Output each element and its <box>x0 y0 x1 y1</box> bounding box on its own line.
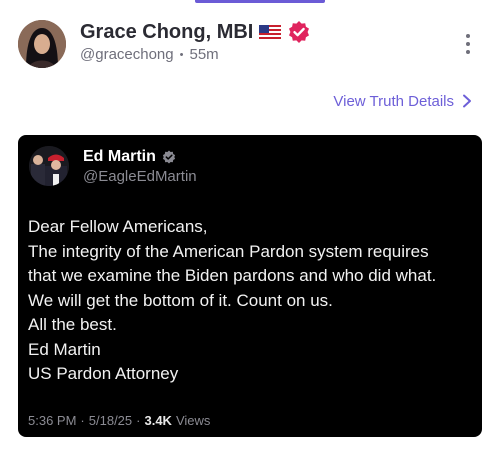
active-tab-indicator <box>195 0 325 3</box>
view-truth-details-link[interactable]: View Truth Details <box>333 90 472 112</box>
post-text-line: that we examine the Biden pardons and wh… <box>28 266 437 285</box>
post-text-line: Dear Fellow Americans, <box>28 217 208 236</box>
meta-separator: · <box>136 413 141 428</box>
post-text-line: The integrity of the American Pardon sys… <box>28 241 429 261</box>
avatar[interactable] <box>18 20 66 68</box>
meta-separator: • <box>179 48 184 61</box>
post-text-line: All the best. <box>28 315 117 334</box>
verified-badge-icon <box>287 20 311 44</box>
post-text-line: Ed Martin <box>28 339 101 359</box>
post-text-line: US Pardon Attorney <box>28 364 179 383</box>
views-count: 3.4K <box>144 413 172 428</box>
embedded-avatar[interactable] <box>29 146 69 186</box>
embedded-author-name[interactable]: Ed Martin <box>83 148 156 166</box>
author-name[interactable]: Grace Chong, MBI <box>80 21 253 44</box>
avatar-image <box>18 20 66 68</box>
us-flag-icon <box>259 24 282 40</box>
post-text-line: We will get the bottom of it. Count on u… <box>28 290 333 310</box>
embedded-post-card[interactable]: Ed Martin @EagleEdMartin Dear Fellow Ame… <box>18 135 482 437</box>
meta-separator: · <box>80 413 85 428</box>
more-dot-icon <box>466 50 470 54</box>
more-options-button[interactable] <box>458 30 478 58</box>
post-page: Grace Chong, MBI @gracechong • 55m View … <box>0 0 500 458</box>
author-name-row: Grace Chong, MBI <box>80 18 311 46</box>
views-label: Views <box>175 413 211 428</box>
embedded-name-row: Ed Martin <box>83 147 176 167</box>
post-time: 55m <box>189 46 219 63</box>
author-meta: @gracechong • 55m <box>80 46 219 63</box>
embedded-post-date: 5/18/25 <box>88 413 133 428</box>
embedded-author-handle[interactable]: @EagleEdMartin <box>83 168 197 185</box>
verified-check-icon <box>162 150 175 164</box>
more-dot-icon <box>466 34 470 38</box>
embedded-post-meta: 5:36 PM · 5/18/25 · 3.4K Views <box>28 413 210 428</box>
more-dot-icon <box>466 42 470 46</box>
embedded-post-time: 5:36 PM <box>28 413 77 428</box>
author-handle[interactable]: @gracechong <box>80 46 174 63</box>
embedded-post-text: Dear Fellow Americans, The integrity of … <box>28 215 474 387</box>
chevron-right-icon <box>463 94 471 108</box>
view-truth-details-label: View Truth Details <box>333 92 454 110</box>
embedded-avatar-image <box>29 146 69 186</box>
